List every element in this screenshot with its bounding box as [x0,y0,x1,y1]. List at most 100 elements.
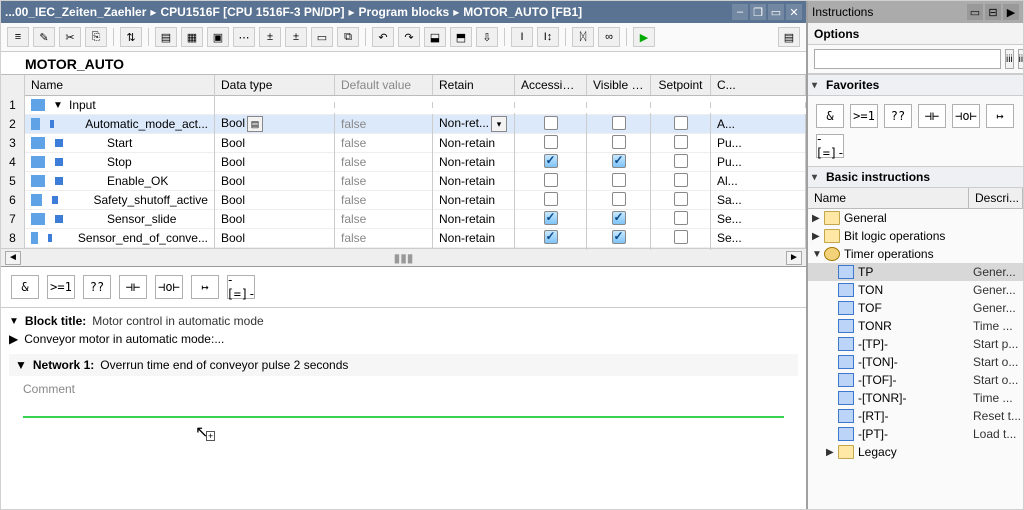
instruction-button[interactable]: ?? [83,275,111,299]
instruction-button[interactable]: ↦ [986,104,1014,128]
breadcrumb-segment[interactable]: ...00_IEC_Zeiten_Zaehler [5,5,146,19]
tool-btn[interactable]: ⬒ [450,27,472,47]
ladder-rung[interactable] [23,416,784,418]
tool-btn[interactable]: ↶ [372,27,394,47]
instruction-button[interactable]: ↦ [191,275,219,299]
tool-btn[interactable]: ▦ [181,27,203,47]
breadcrumb-segment[interactable]: MOTOR_AUTO [FB1] [463,5,582,19]
collapse-icon[interactable]: ▼ [15,358,27,372]
checkbox[interactable] [612,154,626,168]
tool-btn[interactable]: ⬓ [424,27,446,47]
checkbox[interactable] [674,192,688,206]
tree-item[interactable]: -[TONR]-Time ... [808,389,1023,407]
horizontal-scrollbar[interactable]: ◄ ▮▮▮ ► [1,248,806,266]
basic-instructions-header[interactable]: ▾ Basic instructions [808,166,1023,188]
checkbox[interactable] [544,211,558,225]
tree-item[interactable]: -[TON]-Start o... [808,353,1023,371]
tool-btn[interactable]: ⎘ [85,27,107,47]
chevron-right-icon[interactable]: ▶ [826,447,838,458]
tool-btn[interactable]: ▭ [311,27,333,47]
chevron-down-icon[interactable]: ▼ [812,249,824,260]
checkbox[interactable] [612,116,626,130]
tool-btn[interactable]: I [511,27,533,47]
maximize-icon[interactable]: ▭ [768,4,784,20]
tree-item[interactable]: ▼Timer operations [808,245,1023,263]
checkbox[interactable] [674,135,688,149]
tool-btn[interactable]: ± [285,27,307,47]
expand-icon[interactable]: ▶ [9,332,18,346]
chevron-down-icon[interactable]: ▾ [491,116,507,132]
tool-btn[interactable]: ⇩ [476,27,498,47]
tree-item[interactable]: TONGener... [808,281,1023,299]
table-row[interactable]: 8Sensor_end_of_conve...BoolfalseNon-reta… [1,229,806,248]
instruction-button[interactable]: -[=]- [816,134,844,158]
checkbox[interactable] [544,192,558,206]
checkbox[interactable] [674,116,688,130]
filter-icon[interactable]: iiT [1018,49,1024,69]
checkbox[interactable] [544,116,558,130]
tool-btn[interactable]: ✂ [59,27,81,47]
tree-item[interactable]: -[TOF]-Start o... [808,371,1023,389]
tool-btn[interactable]: ↷ [398,27,420,47]
checkbox[interactable] [674,173,688,187]
checkbox[interactable] [674,211,688,225]
tool-btn[interactable]: ≡ [7,27,29,47]
dock-icon[interactable]: ▭ [967,4,983,20]
tool-btn[interactable]: ⧉ [337,27,359,47]
checkbox[interactable] [612,135,626,149]
tool-btn[interactable]: I↕ [537,27,559,47]
network-comment[interactable]: Comment [9,376,798,402]
instruction-button[interactable]: >=1 [850,104,878,128]
instruction-button[interactable]: & [11,275,39,299]
breadcrumb-segment[interactable]: CPU1516F [CPU 1516F-3 PN/DP] [160,5,344,19]
tool-btn[interactable]: ᛞ [572,27,594,47]
tree-item[interactable]: ▶Legacy [808,443,1023,461]
tool-btn[interactable]: ⇅ [120,27,142,47]
checkbox[interactable] [544,135,558,149]
tool-btn[interactable]: ▤ [778,27,800,47]
checkbox[interactable] [544,154,558,168]
tree-item[interactable]: ▶General [808,209,1023,227]
scroll-left-icon[interactable]: ◄ [5,251,21,265]
collapse-icon[interactable]: ▼ [53,100,65,111]
tree-item[interactable]: TONRTime ... [808,317,1023,335]
instruction-button[interactable]: & [816,104,844,128]
search-icon[interactable]: iii [1005,49,1014,69]
breadcrumb-segment[interactable]: Program blocks [359,5,450,19]
chevron-right-icon[interactable]: ▶ [812,231,824,242]
checkbox[interactable] [612,173,626,187]
checkbox[interactable] [674,154,688,168]
tree-item[interactable]: TPGener... [808,263,1023,281]
tool-btn[interactable]: ± [259,27,281,47]
close-icon[interactable]: ✕ [786,4,802,20]
tool-btn[interactable]: ⋯ [233,27,255,47]
instruction-button[interactable]: ⊣o⊢ [952,104,980,128]
network-title[interactable]: Overrun time end of conveyor pulse 2 sec… [100,358,348,372]
checkbox[interactable] [674,230,688,244]
tree-item[interactable]: -[PT]-Load t... [808,425,1023,443]
pin-icon[interactable]: ⊟ [985,4,1001,20]
favorites-header[interactable]: ▾ Favorites [808,74,1023,96]
instruction-button[interactable]: ⊣⊢ [918,104,946,128]
tool-btn[interactable]: ▤ [155,27,177,47]
tree-item[interactable]: ▶Bit logic operations [808,227,1023,245]
scroll-right-icon[interactable]: ► [786,251,802,265]
tree-item[interactable]: -[TP]-Start p... [808,335,1023,353]
search-input[interactable] [814,49,1001,69]
minimize-icon[interactable]: – [732,4,748,20]
instruction-button[interactable]: >=1 [47,275,75,299]
go-online-btn[interactable]: ▶ [633,27,655,47]
checkbox[interactable] [544,230,558,244]
block-comment[interactable]: Conveyor motor in automatic mode:... [24,332,224,346]
checkbox[interactable] [612,230,626,244]
column-description[interactable]: Descri... [969,188,1023,208]
instruction-button[interactable]: ⊣o⊢ [155,275,183,299]
tool-btn[interactable]: ✎ [33,27,55,47]
checkbox[interactable] [612,192,626,206]
tree-item[interactable]: -[RT]-Reset t... [808,407,1023,425]
collapse-icon[interactable]: ▼ [9,316,19,327]
restore-icon[interactable]: ❐ [750,4,766,20]
chevron-right-icon[interactable]: ▶ [812,213,824,224]
instruction-button[interactable]: ?? [884,104,912,128]
instruction-button[interactable]: ⊣⊢ [119,275,147,299]
